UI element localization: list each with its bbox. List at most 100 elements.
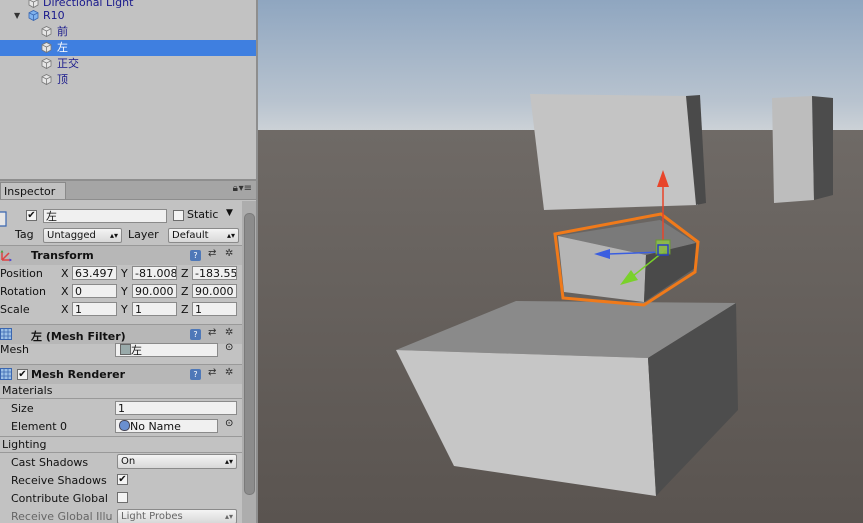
preset-icon[interactable]: ⇄ xyxy=(208,248,216,259)
gear-icon[interactable]: ✲ xyxy=(225,327,233,338)
box-upper[interactable] xyxy=(530,94,706,210)
receive-shadows-checkbox[interactable]: ✔ xyxy=(117,474,128,485)
mesh-object-field[interactable]: 左 xyxy=(115,343,218,357)
rotation-z-field[interactable]: 90.000 xyxy=(192,284,237,298)
layer-dropdown[interactable]: Default ▴▾ xyxy=(168,228,239,243)
axis-x-label: X xyxy=(61,303,69,316)
gameobject-icon xyxy=(41,58,52,69)
scale-label: Scale xyxy=(0,303,30,316)
help-icon[interactable]: ? xyxy=(190,369,201,380)
hierarchy-item-label: 正交 xyxy=(57,57,79,70)
gear-icon[interactable]: ✲ xyxy=(225,248,233,259)
position-x-field[interactable]: 63.497 xyxy=(72,266,117,280)
lock-icon[interactable]: 🔒︎ xyxy=(233,183,238,194)
axis-y-label: Y xyxy=(121,267,128,280)
inspector-scrollbar[interactable] xyxy=(242,201,256,523)
lighting-label[interactable]: Lighting xyxy=(2,438,46,451)
axis-y-label: Y xyxy=(121,285,128,298)
dropdown-arrow-icon: ▴▾ xyxy=(224,512,233,521)
axis-z-label: Z xyxy=(181,267,189,280)
size-label: Size xyxy=(11,402,34,415)
tab-inspector[interactable]: Inspector xyxy=(0,182,66,199)
divider xyxy=(0,436,242,437)
help-icon[interactable]: ? xyxy=(190,250,201,261)
static-dropdown-icon[interactable]: ▼ xyxy=(226,208,233,218)
preset-icon[interactable]: ⇄ xyxy=(208,327,216,338)
object-name-field[interactable]: 左 xyxy=(43,209,167,223)
layer-label: Layer xyxy=(128,228,159,241)
axis-x-label: X xyxy=(61,267,69,280)
object-picker-icon[interactable]: ⊙ xyxy=(225,342,233,353)
mesh-renderer-icon xyxy=(0,368,12,383)
gameobject-icon xyxy=(41,42,52,53)
static-checkbox[interactable] xyxy=(173,210,184,221)
position-z-field[interactable]: -183.55 xyxy=(192,266,237,280)
hierarchy-item-top[interactable]: 顶 xyxy=(0,72,256,88)
axis-x-label: X xyxy=(61,285,69,298)
contribute-global-label: Contribute Global xyxy=(11,492,108,505)
gameobject-icon xyxy=(41,26,52,37)
dropdown-arrow-icon: ▴▾ xyxy=(109,231,118,240)
scale-x-field[interactable]: 1 xyxy=(72,302,117,316)
prefab-icon xyxy=(28,10,39,21)
scale-y-field[interactable]: 1 xyxy=(132,302,177,316)
divider xyxy=(0,398,242,399)
axis-z-label: Z xyxy=(181,303,189,316)
hierarchy-item-r10[interactable]: ▼ R10 xyxy=(0,8,256,24)
receive-gi-label: Receive Global Illu xyxy=(11,510,113,523)
tag-value: Untagged xyxy=(47,230,96,241)
help-icon[interactable]: ? xyxy=(190,329,201,340)
hierarchy-panel: Directional Light ▼ R10 前 左 正交 顶 xyxy=(0,0,256,181)
element0-value: No Name xyxy=(130,420,181,433)
axis-y-label: Y xyxy=(121,303,128,316)
cast-shadows-value: On xyxy=(121,456,136,467)
hierarchy-item-label: 顶 xyxy=(57,73,68,86)
hierarchy-item-left[interactable]: 左 xyxy=(0,40,256,56)
scene-canvas[interactable] xyxy=(258,0,863,523)
box-distant[interactable] xyxy=(772,96,833,203)
active-checkbox[interactable]: ✔ xyxy=(26,210,37,221)
tag-dropdown[interactable]: Untagged ▴▾ xyxy=(43,228,122,243)
preset-icon[interactable]: ⇄ xyxy=(208,367,216,378)
hierarchy-item-label: 前 xyxy=(57,25,68,38)
scrollbar-thumb[interactable] xyxy=(244,213,255,495)
scale-z-field[interactable]: 1 xyxy=(192,302,237,316)
tag-label: Tag xyxy=(15,228,34,241)
mesh-asset-icon xyxy=(120,344,131,355)
divider xyxy=(0,452,242,453)
position-y-field[interactable]: -81.008 xyxy=(132,266,177,280)
receive-shadows-label: Receive Shadows xyxy=(11,474,107,487)
hierarchy-item-label: R10 xyxy=(43,9,65,22)
hierarchy-item-ortho[interactable]: 正交 xyxy=(0,56,256,72)
expand-arrow-icon[interactable]: ▼ xyxy=(14,8,20,24)
mesh-renderer-title: Mesh Renderer xyxy=(31,368,126,381)
panel-menu-icon[interactable]: ▾≡ xyxy=(239,183,252,194)
contribute-global-checkbox[interactable] xyxy=(117,492,128,503)
gameobject-large-icon xyxy=(0,208,10,231)
materials-label[interactable]: Materials xyxy=(2,384,52,397)
hierarchy-item-label: 左 xyxy=(57,41,68,54)
gameobject-icon xyxy=(28,0,39,8)
receive-gi-dropdown[interactable]: Light Probes ▴▾ xyxy=(117,509,237,523)
gear-icon[interactable]: ✲ xyxy=(225,367,233,378)
hierarchy-item-front[interactable]: 前 xyxy=(0,24,256,40)
transform-icon xyxy=(0,248,14,265)
receive-gi-value: Light Probes xyxy=(121,511,183,522)
materials-size-field[interactable]: 1 xyxy=(115,401,237,415)
element0-label: Element 0 xyxy=(11,420,68,433)
mesh-label: Mesh xyxy=(0,343,29,356)
inspector-tabbar: Inspector 🔒︎ ▾≡ xyxy=(0,181,256,200)
mesh-filter-icon xyxy=(0,328,12,343)
scene-view[interactable] xyxy=(258,0,863,523)
material-icon xyxy=(119,420,130,431)
rotation-x-field[interactable]: 0 xyxy=(72,284,117,298)
rotation-y-field[interactable]: 90.000 xyxy=(132,284,177,298)
element0-object-field[interactable]: No Name xyxy=(115,419,218,433)
mesh-renderer-enabled-checkbox[interactable]: ✔ xyxy=(17,369,28,380)
mesh-value: 左 xyxy=(131,344,142,357)
cast-shadows-dropdown[interactable]: On ▴▾ xyxy=(117,454,237,469)
layer-value: Default xyxy=(172,230,209,241)
static-label: Static xyxy=(187,208,219,221)
object-picker-icon[interactable]: ⊙ xyxy=(225,418,233,429)
inspector-panel: Inspector 🔒︎ ▾≡ ✔ 左 Static ▼ Tag Untagge… xyxy=(0,181,256,523)
